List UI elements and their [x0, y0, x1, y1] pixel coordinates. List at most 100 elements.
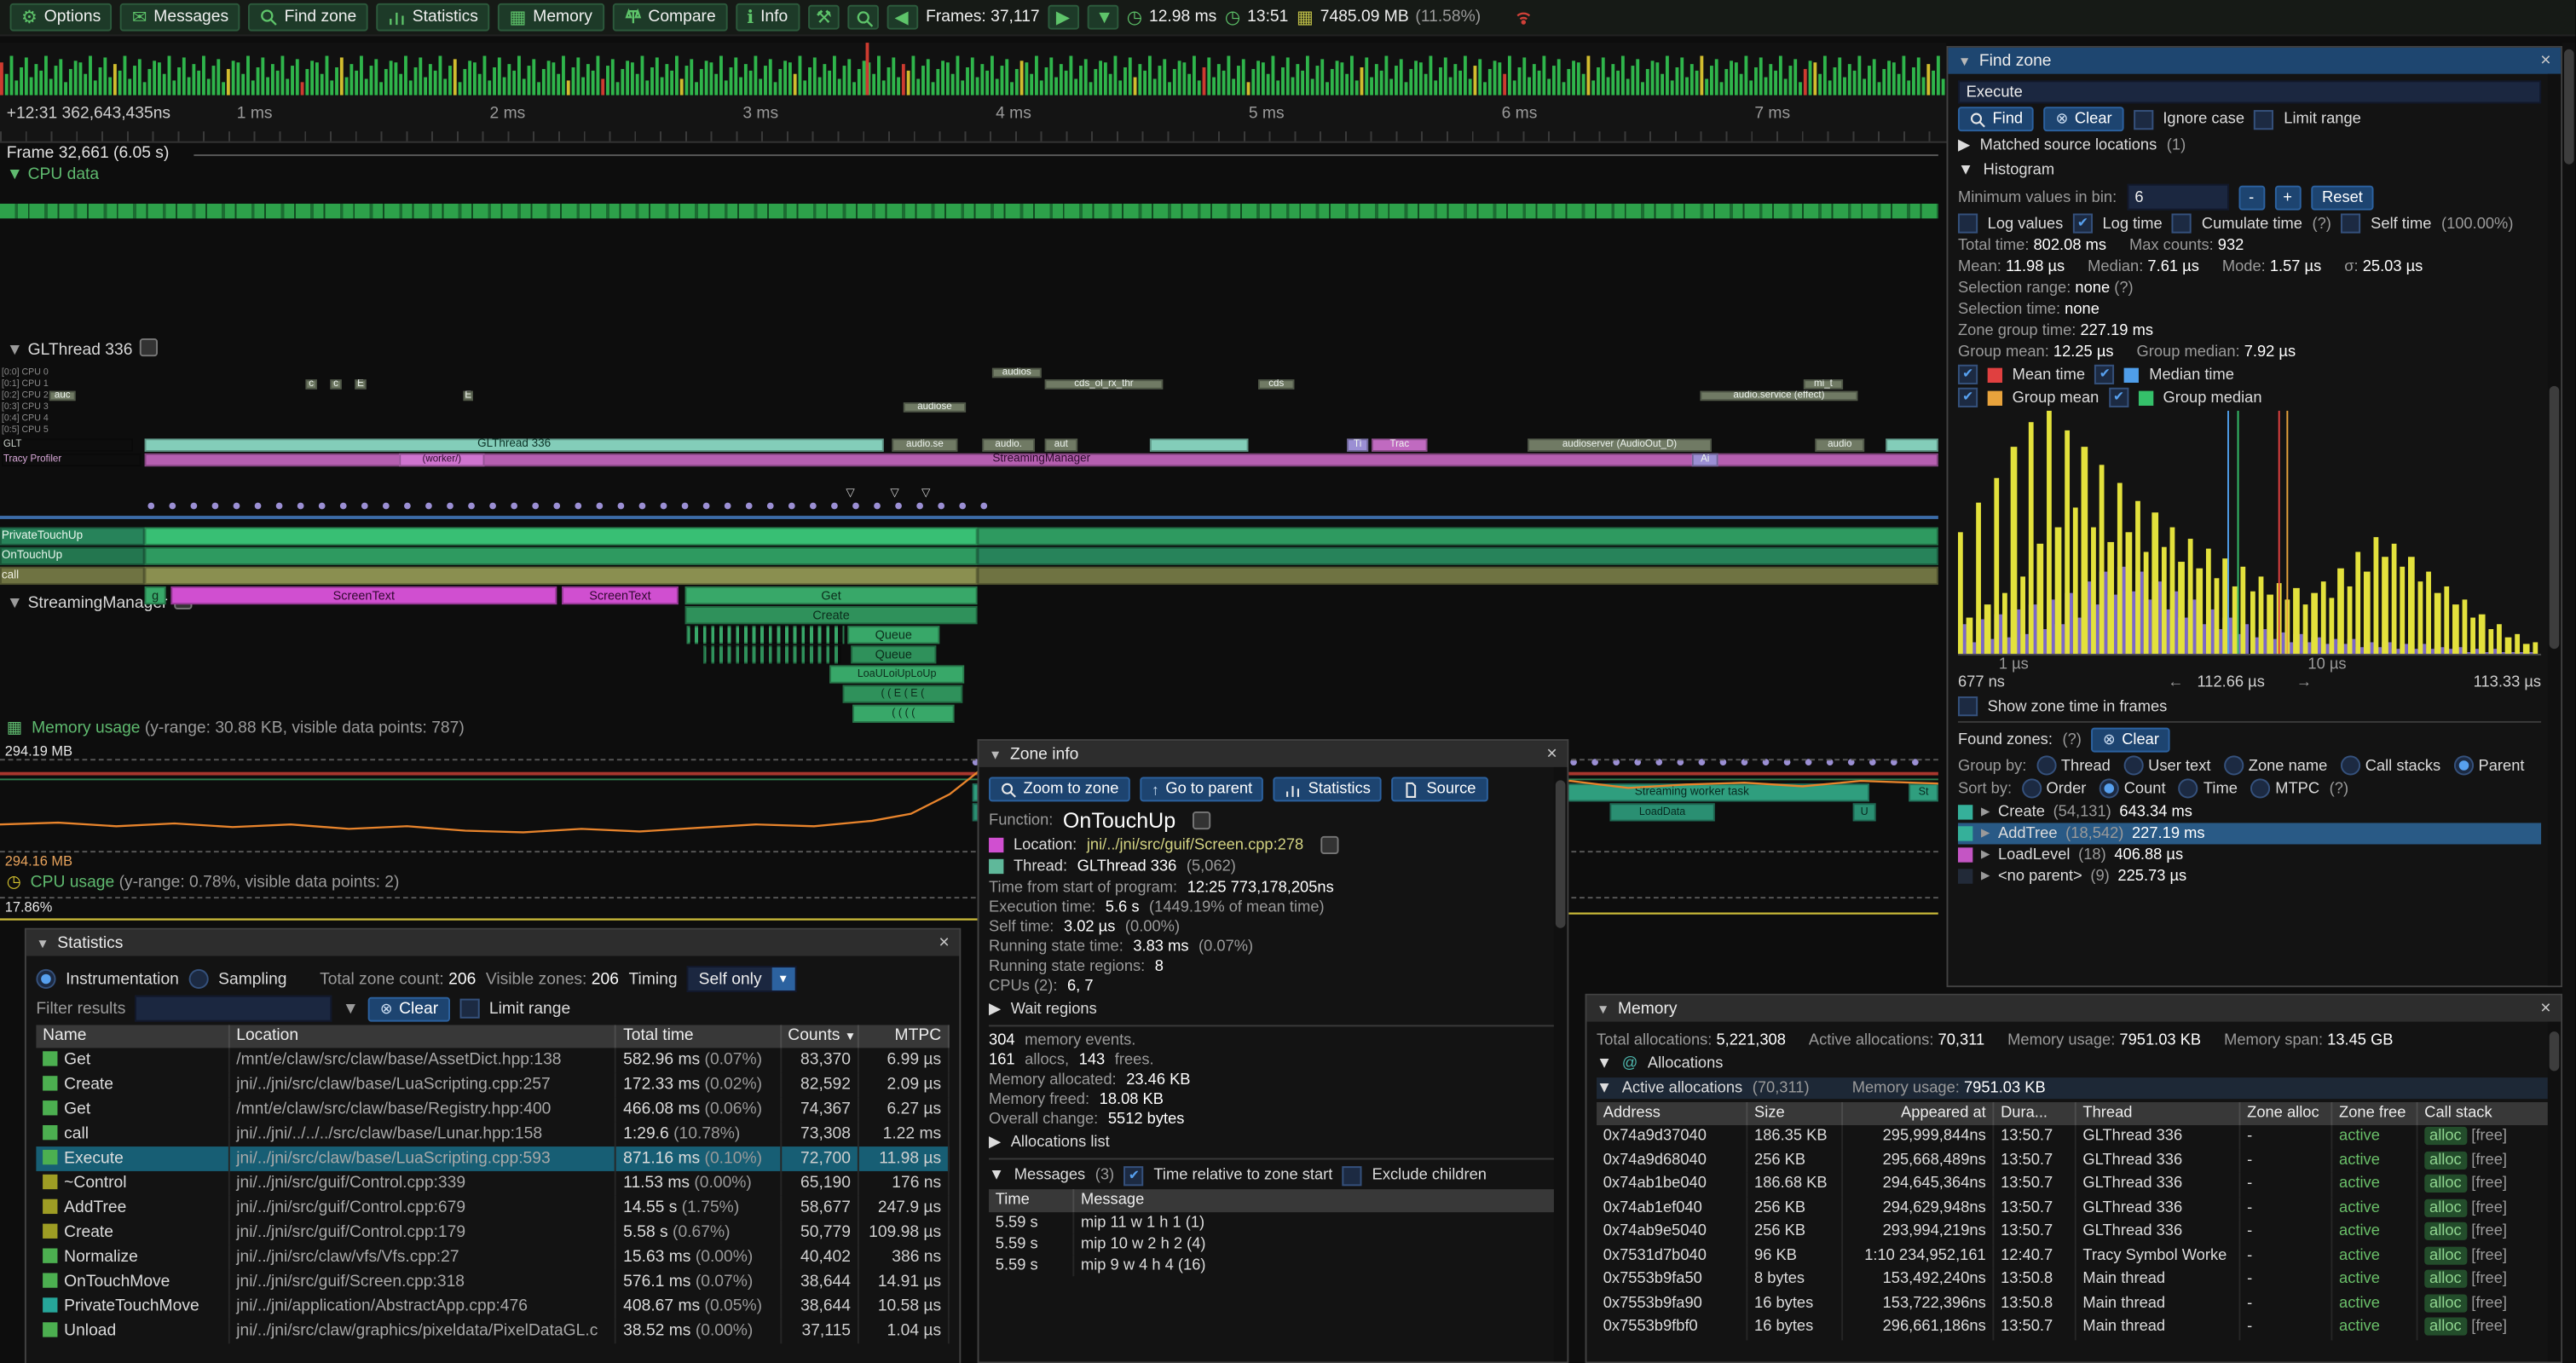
frame-bar[interactable] [330, 80, 333, 95]
frame-bar[interactable] [1045, 67, 1048, 95]
timeline-zone[interactable] [145, 547, 978, 565]
increment-button[interactable]: + [2274, 185, 2301, 210]
self-time-checkbox[interactable] [2341, 214, 2360, 234]
legend-item[interactable]: Median time [2095, 365, 2234, 384]
frame-bar[interactable] [1178, 61, 1181, 95]
frame-bar[interactable] [326, 56, 329, 95]
statistics-button[interactable]: Statistics [376, 3, 489, 32]
search-button[interactable] [847, 5, 879, 30]
frame-bar[interactable] [1449, 78, 1453, 95]
message-dot[interactable] [212, 503, 219, 510]
frame-bar[interactable] [20, 67, 23, 95]
message-dot[interactable] [447, 503, 453, 510]
frame-bar[interactable] [59, 59, 62, 95]
frame-bar[interactable] [1331, 69, 1334, 95]
frame-bar[interactable] [552, 62, 555, 95]
frame-bar[interactable] [168, 56, 171, 95]
frame-bar[interactable] [887, 67, 891, 95]
clear-filter-button[interactable]: ⊗Clear [368, 996, 449, 1021]
timeline-zone[interactable]: (worker/) [399, 453, 484, 466]
frame-bar[interactable] [1380, 71, 1383, 95]
frame-bar[interactable] [1074, 78, 1077, 95]
limit-range-checkbox[interactable] [2255, 109, 2274, 129]
copy-icon[interactable] [1320, 836, 1337, 854]
timeline-zone[interactable] [686, 626, 844, 644]
frame-bar[interactable] [1020, 61, 1024, 95]
frame-bar[interactable] [611, 59, 615, 95]
frame-bar[interactable] [581, 78, 585, 95]
frame-bar[interactable] [1897, 74, 1901, 95]
message-dot[interactable] [575, 503, 581, 510]
message-dot[interactable] [553, 503, 560, 510]
cumulate-time-checkbox[interactable] [2172, 214, 2192, 234]
time-relative-checkbox[interactable] [1124, 1165, 1144, 1185]
message-row[interactable]: 5.59 s mip 11 w 1 h 1 (1) [989, 1212, 1557, 1233]
frame-bar[interactable] [1424, 74, 1428, 95]
free-callstack-button[interactable]: [free] [2471, 1222, 2507, 1240]
frame-bar[interactable] [1926, 64, 1930, 95]
frame-bar[interactable] [902, 64, 905, 95]
frame-bar[interactable] [1409, 69, 1412, 95]
frame-bar[interactable] [370, 66, 373, 95]
frame-bar[interactable] [1715, 59, 1718, 95]
legend-checkbox[interactable] [1958, 388, 1978, 407]
frame-bar[interactable] [911, 56, 915, 95]
frame-bar[interactable] [49, 78, 53, 95]
group-by-radio[interactable]: Zone name [2224, 755, 2328, 775]
matched-locations-toggle[interactable]: ▶Matched source locations(1) [1958, 135, 2541, 156]
message-dot[interactable] [532, 503, 539, 510]
message-dot[interactable] [852, 503, 859, 510]
statistics-row[interactable]: PrivateTouchMove jni/../jni/application/… [36, 1294, 949, 1319]
frame-bar[interactable] [966, 67, 969, 95]
frame-bar[interactable] [1414, 61, 1418, 95]
alloc-callstack-button[interactable]: alloc [2424, 1317, 2466, 1335]
frame-bar[interactable] [1168, 82, 1171, 95]
frame-bar[interactable] [232, 61, 235, 95]
timeline-zone[interactable]: Queue [847, 626, 939, 644]
frame-bar[interactable] [1769, 64, 1772, 95]
frame-bar[interactable] [1838, 57, 1841, 95]
frame-bar[interactable] [1700, 56, 1703, 95]
close-icon[interactable]: × [2540, 1001, 2550, 1017]
frame-bar[interactable] [1291, 78, 1295, 95]
frame-bar[interactable] [424, 78, 427, 95]
frame-bar[interactable] [1695, 71, 1699, 95]
funnel-icon[interactable]: ▼ [343, 1000, 359, 1018]
frame-bar[interactable] [714, 74, 718, 95]
frame-bar[interactable] [1538, 71, 1541, 95]
statistics-row[interactable]: Create jni/../jni/src/guif/Control.cpp:1… [36, 1221, 949, 1245]
frame-bar[interactable] [1109, 74, 1112, 95]
frame-bar[interactable] [980, 64, 984, 95]
frame-bar[interactable] [360, 56, 363, 95]
frame-bar[interactable] [897, 78, 900, 95]
message-dot[interactable] [682, 503, 689, 510]
frame-bar[interactable] [606, 66, 609, 95]
frame-bar[interactable] [1104, 62, 1107, 95]
frame-bar[interactable] [1730, 61, 1733, 95]
frame-bar[interactable] [0, 62, 3, 95]
frame-bar[interactable] [1508, 56, 1511, 95]
frame-bar[interactable] [592, 71, 595, 95]
frame-bar[interactable] [1350, 56, 1354, 95]
timeline-zone[interactable]: auc [49, 391, 76, 401]
timeline-zone[interactable]: OnTouchUp [0, 547, 145, 565]
frame-bar[interactable] [818, 78, 822, 95]
allocations-list-toggle[interactable]: ▶Allocations list [989, 1132, 1557, 1153]
frame-bar[interactable] [616, 82, 620, 95]
frame-bar[interactable] [335, 67, 338, 95]
frame-bar[interactable] [1813, 62, 1816, 95]
timeline-zone[interactable] [145, 567, 978, 585]
timing-combo[interactable]: Self only▼ [687, 966, 796, 992]
timeline-zone[interactable] [978, 528, 1938, 546]
frame-bar[interactable] [177, 67, 181, 95]
log-time-checkbox[interactable] [2073, 214, 2093, 234]
frame-bar[interactable] [419, 57, 422, 95]
find-zone-button[interactable]: Find zone [248, 3, 368, 32]
frame-bar[interactable] [1513, 80, 1516, 95]
message-dot[interactable] [425, 503, 432, 510]
message-dot[interactable] [297, 503, 304, 510]
find-button[interactable]: Find [1958, 107, 2035, 131]
frame-bar[interactable] [113, 64, 117, 95]
frame-bar[interactable] [1099, 61, 1102, 95]
frame-bar[interactable] [99, 67, 102, 95]
